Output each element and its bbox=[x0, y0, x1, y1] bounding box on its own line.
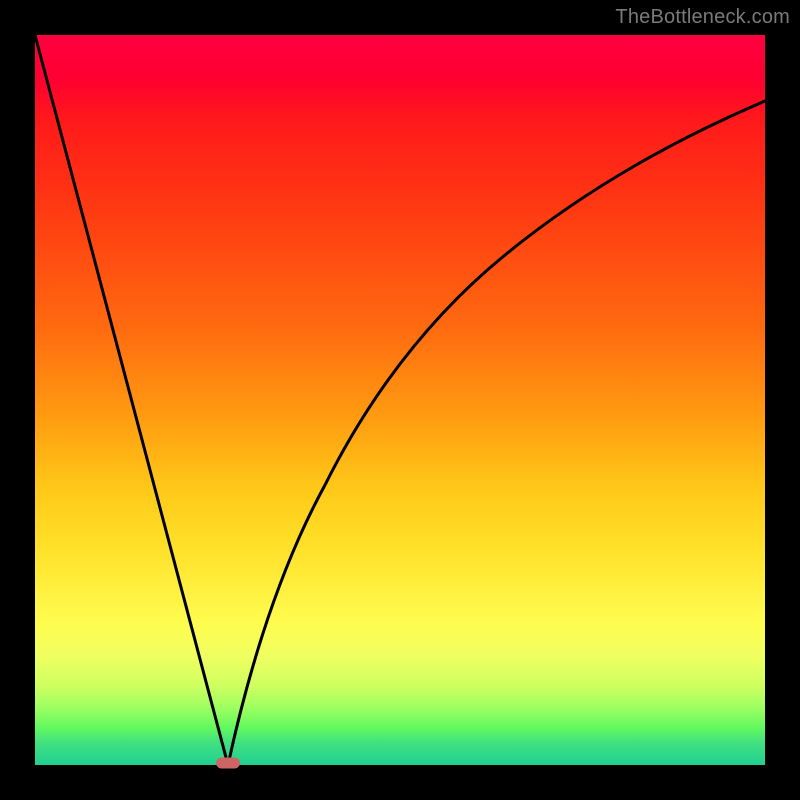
bottleneck-curve bbox=[35, 35, 765, 765]
curve-left-branch bbox=[35, 35, 228, 765]
optimal-point-marker bbox=[216, 758, 240, 769]
plot-area bbox=[35, 35, 765, 765]
curve-right-branch bbox=[228, 101, 765, 765]
watermark-text: TheBottleneck.com bbox=[615, 6, 790, 29]
chart-frame: TheBottleneck.com bbox=[0, 0, 800, 800]
